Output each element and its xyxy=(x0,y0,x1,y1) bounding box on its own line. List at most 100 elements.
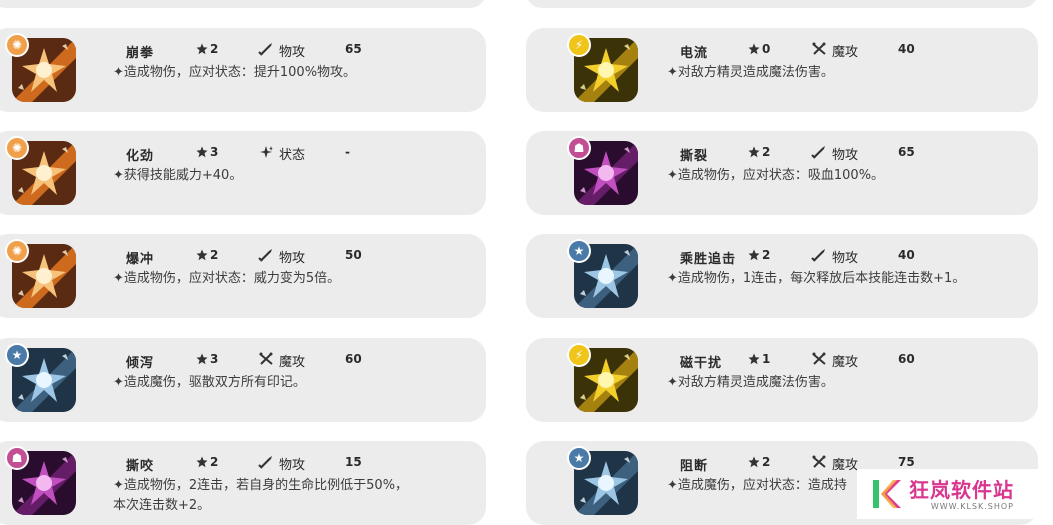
skill-type-label: 物攻 xyxy=(832,148,859,163)
skill-name: 电流 xyxy=(680,46,709,61)
skill-icon-wrap: ★ xyxy=(567,239,640,310)
watermark: 狂岚软件站 WWW.KLSK.SHOP xyxy=(857,469,1053,519)
skill-name: 撕裂 xyxy=(680,149,709,164)
skill-cost: 0 xyxy=(748,42,770,56)
magic-attack-icon xyxy=(811,455,827,473)
skill-card[interactable]: ⚡ 磁干扰 1 魔攻 60 ✦对敌方精灵造成魔法伤害。 xyxy=(526,338,1038,422)
skill-type: 物攻 xyxy=(811,144,858,163)
skill-power: 60 xyxy=(898,352,915,366)
skill-icon-wrap: ☗ xyxy=(5,446,78,517)
skill-type-label: 物攻 xyxy=(279,251,306,266)
skill-cost-value: 3 xyxy=(210,145,219,159)
skill-description: ✦造成物伤，应对状态：威力变为5倍。 xyxy=(113,271,341,286)
skill-cost: 2 xyxy=(748,455,770,469)
skill-type: 物攻 xyxy=(258,41,305,60)
skill-type-label: 魔攻 xyxy=(832,458,859,473)
skill-cost-value: 2 xyxy=(762,145,771,159)
skill-power: 75 xyxy=(898,455,915,469)
skill-icon-wrap: ☗ xyxy=(567,136,640,207)
energy-star-icon xyxy=(748,353,760,365)
skill-cost: 2 xyxy=(748,145,770,159)
demon-element-icon: ☗ xyxy=(5,446,29,470)
skill-card[interactable]: ★ 乘胜追击 2 物攻 40 ✦造成物伤，1连击，每次释放后本技能连击数+1。 xyxy=(526,234,1038,318)
skill-cost-value: 3 xyxy=(210,352,219,366)
energy-star-icon xyxy=(748,146,760,158)
energy-star-icon xyxy=(196,146,208,158)
skill-icon-wrap: ✺ xyxy=(5,136,78,207)
skill-card[interactable]: ★ 倾泻 3 魔攻 60 ✦造成魔伤，驱散双方所有印记。 xyxy=(0,338,486,422)
skill-name: 倾泻 xyxy=(126,356,155,371)
skill-power: 15 xyxy=(345,455,362,469)
skill-name: 撕咬 xyxy=(126,459,155,474)
skill-cost-value: 2 xyxy=(210,42,219,56)
skill-power: 65 xyxy=(898,145,915,159)
skill-cost: 2 xyxy=(196,455,218,469)
skill-type: 魔攻 xyxy=(811,454,858,473)
watermark-url: WWW.KLSK.SHOP xyxy=(930,501,1014,511)
skill-name: 崩拳 xyxy=(126,46,155,61)
star-element-icon: ★ xyxy=(567,446,591,470)
skill-type: 物攻 xyxy=(258,454,305,473)
skill-type: 状态 xyxy=(258,144,305,163)
skill-cost-value: 2 xyxy=(762,455,771,469)
skill-description: ✦造成物伤，应对状态：吸血100%。 xyxy=(667,168,885,183)
skill-cost: 2 xyxy=(196,42,218,56)
skill-card[interactable]: ⚡ 电流 0 魔攻 40 ✦对敌方精灵造成魔法伤害。 xyxy=(526,28,1038,112)
skill-type-label: 魔攻 xyxy=(832,355,859,370)
demon-element-icon: ☗ xyxy=(567,136,591,160)
physical-attack-icon xyxy=(258,42,274,60)
skill-icon-wrap: ★ xyxy=(5,343,78,414)
skill-description: ✦造成物伤，2连击，若自身的生命比例低于50%，本次连击数+2。 xyxy=(113,478,409,513)
skill-description: ✦对敌方精灵造成魔法伤害。 xyxy=(667,375,834,390)
physical-attack-icon xyxy=(258,455,274,473)
skill-name: 磁干扰 xyxy=(680,356,723,371)
skill-type: 魔攻 xyxy=(258,351,305,370)
skill-power: 40 xyxy=(898,42,915,56)
skill-description: ✦对敌方精灵造成魔法伤害。 xyxy=(667,65,834,80)
magic-attack-icon xyxy=(811,42,827,60)
star-element-icon: ★ xyxy=(567,239,591,263)
electric-element-icon: ⚡ xyxy=(567,343,591,367)
skill-icon-wrap: ✺ xyxy=(5,33,78,104)
skill-description: ✦造成物伤，应对状态：提升100%物攻。 xyxy=(113,65,357,80)
skill-type-label: 魔攻 xyxy=(832,45,859,60)
fire-element-icon: ✺ xyxy=(5,136,29,160)
skill-type: 魔攻 xyxy=(811,351,858,370)
skill-name: 阻断 xyxy=(680,459,709,474)
physical-attack-icon xyxy=(811,248,827,266)
skill-type-label: 状态 xyxy=(279,148,306,163)
skill-description: ✦造成魔伤，驱散双方所有印记。 xyxy=(113,375,306,390)
physical-attack-icon xyxy=(258,248,274,266)
skill-type-label: 物攻 xyxy=(279,458,306,473)
status-icon xyxy=(258,145,274,163)
skill-power: 65 xyxy=(345,42,362,56)
skill-cost: 2 xyxy=(196,248,218,262)
electric-element-icon: ⚡ xyxy=(567,33,591,57)
skill-icon-wrap: ✺ xyxy=(5,239,78,310)
skill-power: 60 xyxy=(345,352,362,366)
skill-card[interactable]: ✺ 化劲 3 状态 - ✦获得技能威力+40。 xyxy=(0,131,486,215)
skill-cost-value: 2 xyxy=(210,455,219,469)
skill-type-label: 魔攻 xyxy=(279,355,306,370)
skill-icon-wrap: ★ xyxy=(567,446,640,517)
energy-star-icon xyxy=(196,249,208,261)
skill-name: 爆冲 xyxy=(126,252,155,267)
skill-card[interactable]: ✺ 崩拳 2 物攻 65 ✦造成物伤，应对状态：提升100%物攻。 xyxy=(0,28,486,112)
skill-name: 化劲 xyxy=(126,149,155,164)
energy-star-icon xyxy=(748,456,760,468)
skill-cost: 3 xyxy=(196,145,218,159)
skill-card[interactable]: ☗ 撕裂 2 物攻 65 ✦造成物伤，应对状态：吸血100%。 xyxy=(526,131,1038,215)
watermark-title: 狂岚软件站 xyxy=(909,477,1014,502)
skill-card[interactable]: ☗ 撕咬 2 物攻 15 ✦造成物伤，2连击，若自身的生命比例低于50%，本次连… xyxy=(0,441,486,525)
watermark-logo-icon xyxy=(871,476,903,512)
energy-star-icon xyxy=(196,456,208,468)
skill-cost-value: 0 xyxy=(762,42,771,56)
skill-cost: 1 xyxy=(748,352,770,366)
star-element-icon: ★ xyxy=(5,343,29,367)
skill-cost: 3 xyxy=(196,352,218,366)
skill-type-label: 物攻 xyxy=(279,45,306,60)
top-card-left-edge xyxy=(0,0,486,8)
skill-name: 乘胜追击 xyxy=(680,252,737,267)
skill-card[interactable]: ✺ 爆冲 2 物攻 50 ✦造成物伤，应对状态：威力变为5倍。 xyxy=(0,234,486,318)
skill-description: ✦获得技能威力+40。 xyxy=(113,168,243,183)
